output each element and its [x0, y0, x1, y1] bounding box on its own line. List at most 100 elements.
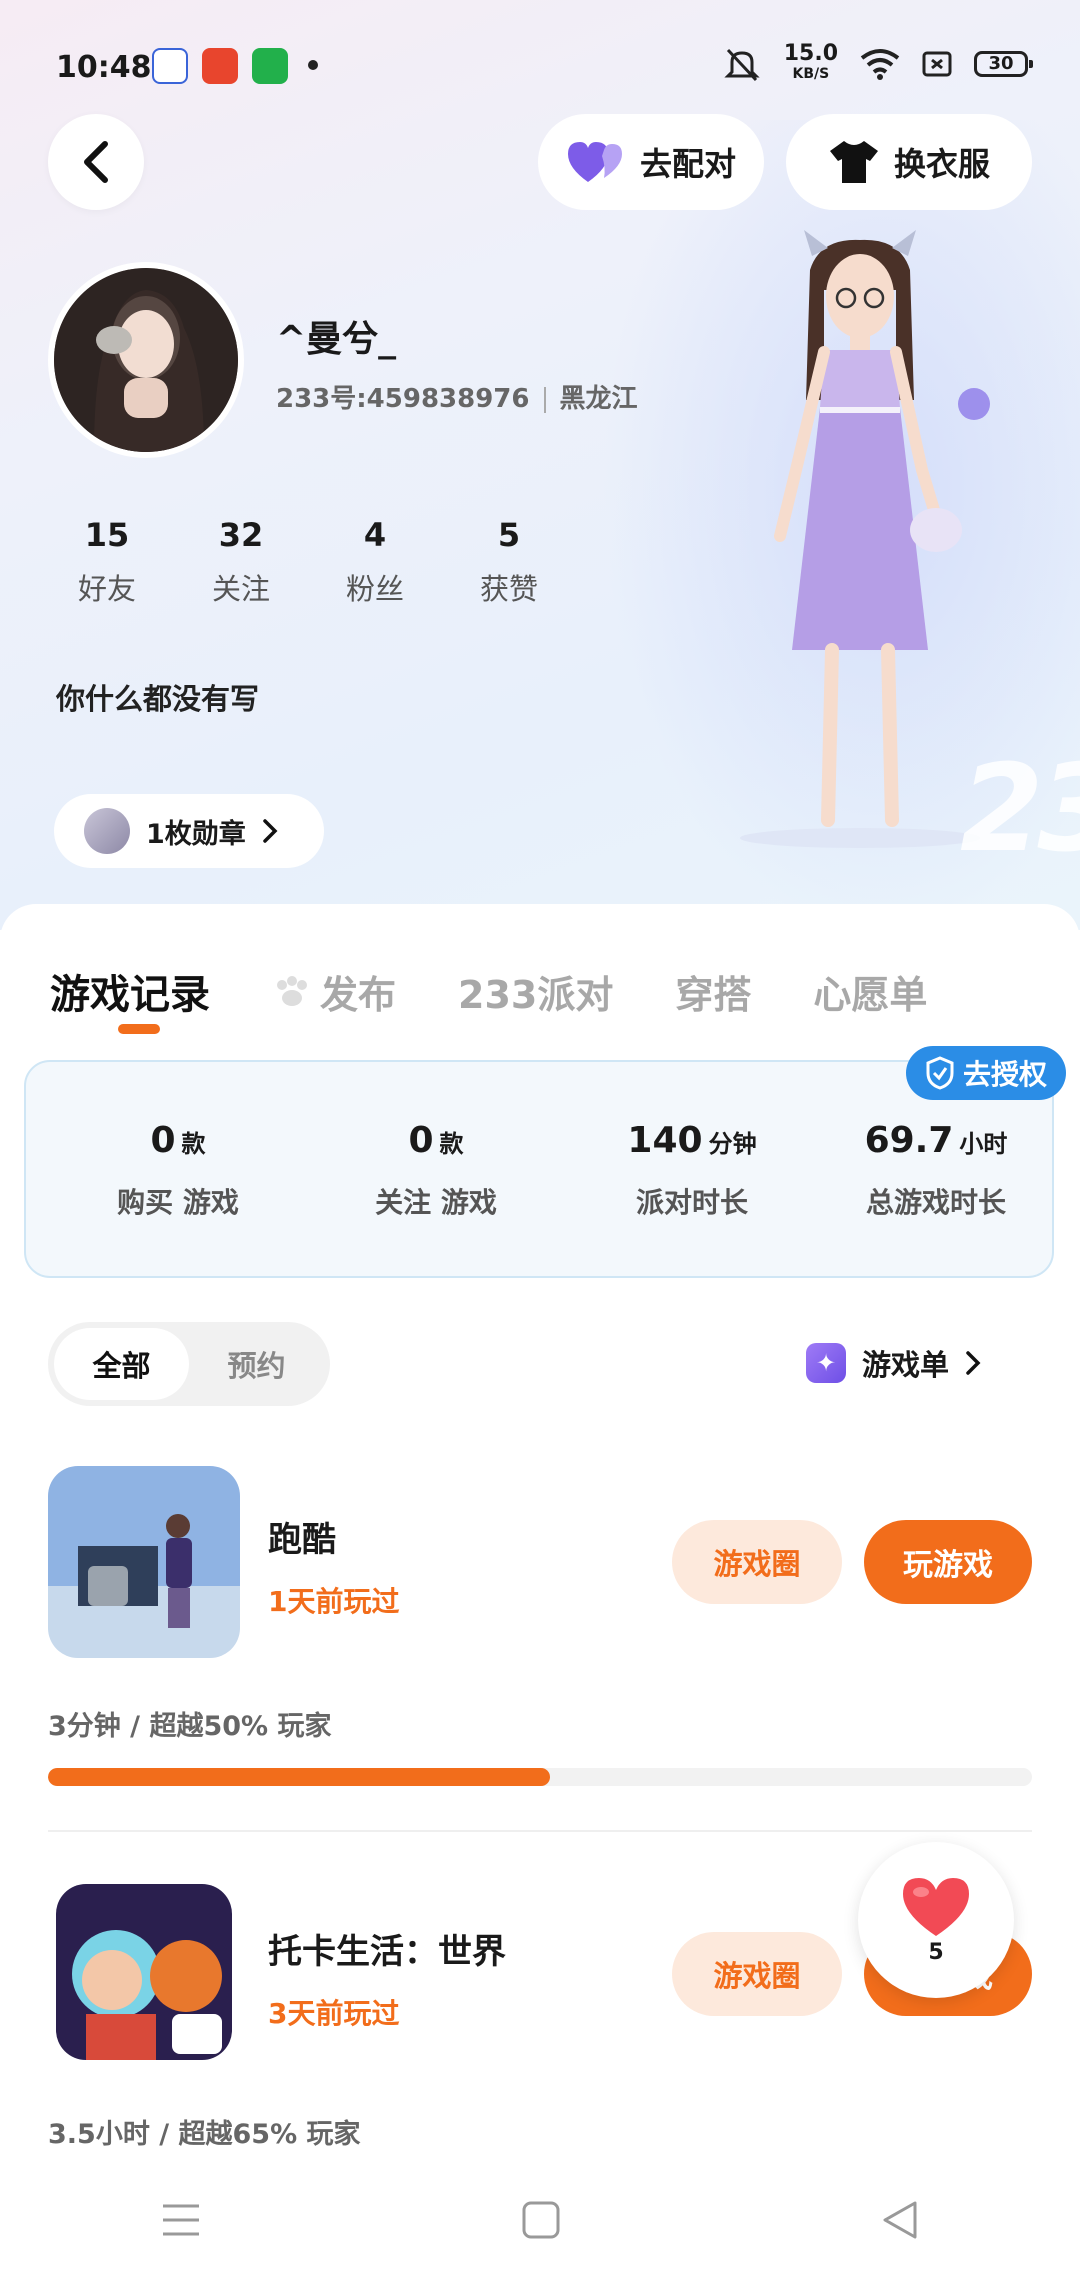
play-game-button[interactable]: 玩游戏: [864, 1520, 1032, 1604]
profile-stats: 15 好友 32 关注 4 粉丝 5 获赞: [40, 516, 576, 608]
user-nickname: ^曼兮_: [276, 319, 397, 360]
back-button[interactable]: [48, 114, 144, 210]
user-avatar[interactable]: [48, 262, 244, 458]
profile-hero: 10:48 15.0 KB/S 30 去配对 换衣服 ^曼兮_ 233号:459…: [0, 0, 1080, 930]
home-icon[interactable]: [522, 2201, 560, 2239]
stat-value: 32: [218, 516, 264, 554]
chevron-right-icon: [966, 1351, 981, 1375]
chevron-right-icon: [263, 819, 278, 843]
summary-unit: 款: [439, 1130, 464, 1158]
game-list-label: 游戏单: [862, 1348, 950, 1382]
tshirt-icon: [829, 141, 878, 183]
parkour-game-image: [48, 1466, 240, 1658]
baidu-app-icon: [152, 48, 188, 84]
tab-party[interactable]: 233派对: [458, 964, 613, 1019]
heart-pair-icon: [567, 142, 622, 182]
status-time: 10:48: [56, 50, 152, 85]
user-location: 黑龙江: [559, 384, 638, 414]
summary-party-time: 140 分钟 派对时长: [572, 1120, 812, 1221]
match-button[interactable]: 去配对: [538, 114, 764, 210]
id-separator: [543, 386, 546, 413]
game-progress-bar: [48, 1768, 1032, 1786]
profile-tabs: 游戏记录 发布 233派对 穿搭 心愿单: [50, 962, 927, 1020]
summary-unit: 款: [181, 1130, 206, 1158]
summary-label: 派对时长: [635, 1186, 748, 1219]
filter-all[interactable]: 全部: [54, 1328, 189, 1400]
stat-value: 15: [84, 516, 130, 554]
status-bar: 10:48 15.0 KB/S 30: [0, 0, 1080, 130]
medal-label: 1枚勋章: [146, 818, 246, 850]
game-last-played: 3天前玩过: [268, 1997, 400, 2030]
stat-following[interactable]: 32 关注: [174, 516, 308, 608]
summary-value: 140 分钟: [572, 1120, 812, 1161]
authorize-button[interactable]: 去授权: [906, 1046, 1066, 1100]
game-circle-button[interactable]: 游戏圈: [672, 1520, 842, 1604]
like-count: 5: [928, 1939, 944, 1965]
stat-value: 4: [363, 516, 387, 554]
stat-likes[interactable]: 5 获赞: [442, 516, 576, 608]
tab-game-records[interactable]: 游戏记录: [50, 962, 210, 1020]
stat-label: 好友: [77, 572, 136, 606]
change-outfit-button[interactable]: 换衣服: [786, 114, 1032, 210]
summary-number: 69.7: [864, 1120, 954, 1161]
game-title: 托卡生活：世界: [268, 1932, 506, 1972]
tab-posts-label: 发布: [320, 972, 397, 1017]
summary-number: 0: [408, 1120, 434, 1161]
sim-card-icon: [922, 51, 952, 77]
match-button-label: 去配对: [639, 145, 736, 183]
paw-icon: [277, 976, 307, 1006]
game-item[interactable]: 跑酷 1天前玩过 游戏圈 玩游戏 3分钟 / 超越50% 玩家: [48, 1466, 1032, 1806]
summary-value: 0款: [316, 1120, 556, 1161]
game-summary-panel: 0款 购买 游戏 0款 关注 游戏 140 分钟 派对时长 69.7 小时 总游戏时…: [24, 1060, 1054, 1278]
game-list-link[interactable]: ✦ 游戏单: [806, 1342, 981, 1384]
network-speed: 15.0 KB/S: [784, 43, 838, 84]
medal-button[interactable]: 1枚勋章: [54, 794, 324, 868]
system-nav-bar: [0, 2160, 1080, 2280]
wifi-icon: [860, 49, 900, 80]
game-thumbnail[interactable]: [56, 1884, 232, 2060]
tab-outfits[interactable]: 穿搭: [675, 964, 751, 1019]
tab-posts[interactable]: 发布: [272, 964, 396, 1019]
summary-value: 0款: [58, 1120, 298, 1161]
game-progress-fill: [48, 1768, 550, 1786]
stat-label: 粉丝: [345, 572, 404, 606]
game-title: 跑酷: [268, 1520, 336, 1560]
filter-reserved[interactable]: 预约: [189, 1328, 324, 1400]
menu-icon[interactable]: [161, 2202, 201, 2238]
stat-value: 5: [497, 516, 521, 554]
sparkle-icon: ✦: [806, 1343, 846, 1383]
user-id-line: 233号:459838976 黑龙江: [276, 378, 638, 415]
summary-number: 0: [150, 1120, 176, 1161]
tab-wishlist[interactable]: 心愿单: [813, 964, 927, 1019]
stat-fans[interactable]: 4 粉丝: [308, 516, 442, 608]
stat-label: 关注: [211, 572, 270, 606]
avatar-portrait-image: [54, 268, 238, 452]
profile-content-card: 游戏记录 发布 233派对 穿搭 心愿单 0款 购买 游戏 0款 关注 游戏 1…: [0, 904, 1080, 2280]
battery-indicator: 30: [974, 51, 1033, 77]
summary-total-time: 69.7 小时 总游戏时长: [816, 1120, 1056, 1221]
like-floating-button[interactable]: 5: [858, 1842, 1014, 1998]
list-divider: [48, 1830, 1032, 1832]
summary-followed: 0款 关注 游戏: [316, 1120, 556, 1221]
game-play-stats: 3分钟 / 超越50% 玩家: [48, 1711, 332, 1742]
toca-life-game-image: [56, 1884, 232, 2060]
video-app-icon: [202, 48, 238, 84]
summary-unit: 分钟: [708, 1130, 757, 1158]
stat-friends[interactable]: 15 好友: [40, 516, 174, 608]
mute-bell-icon: [724, 48, 760, 82]
summary-number: 140: [627, 1120, 703, 1161]
notification-dot-icon: [308, 60, 318, 70]
shield-check-icon: [926, 1056, 954, 1090]
authorize-label: 去授权: [962, 1058, 1047, 1091]
summary-purchased: 0款 购买 游戏: [58, 1120, 298, 1221]
network-speed-unit: KB/S: [792, 66, 830, 82]
shop-app-icon: [252, 48, 288, 84]
active-tab-indicator: [118, 1024, 160, 1034]
back-triangle-icon[interactable]: [881, 2200, 919, 2240]
game-thumbnail[interactable]: [48, 1466, 240, 1658]
game-filter-toggle: 全部 预约: [48, 1322, 330, 1406]
stat-label: 获赞: [479, 572, 538, 606]
summary-label: 总游戏时长: [865, 1186, 1006, 1219]
change-outfit-label: 换衣服: [893, 145, 990, 183]
game-circle-button[interactable]: 游戏圈: [672, 1932, 842, 2016]
